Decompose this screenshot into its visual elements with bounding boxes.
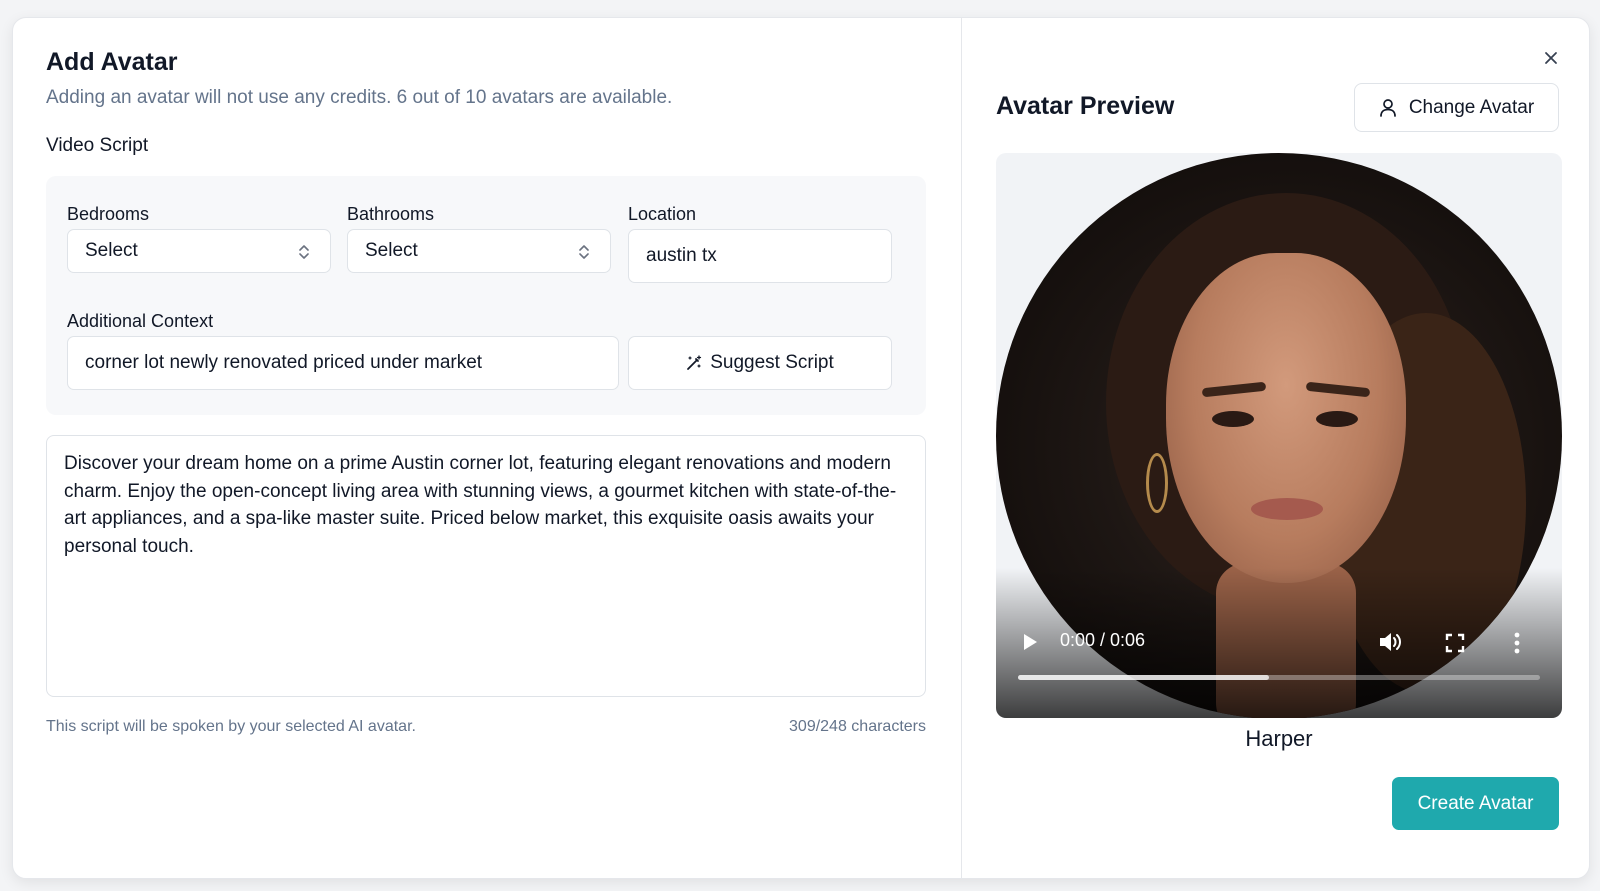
script-helper-text: This script will be spoken by your selec…	[46, 718, 416, 735]
change-avatar-label: Change Avatar	[1408, 96, 1535, 118]
avatar-eye-right	[1316, 411, 1358, 427]
script-column: Add Avatar Adding an avatar will not use…	[13, 18, 961, 878]
avatar-preview-title: Avatar Preview	[996, 92, 1175, 120]
video-time: 0:00 / 0:06	[1060, 630, 1146, 650]
close-icon	[1545, 52, 1557, 64]
avatar-brow-left	[1201, 381, 1267, 398]
avatar-brow-right	[1305, 381, 1371, 398]
avatar-lips	[1251, 498, 1323, 520]
script-textarea[interactable]: Discover your dream home on a prime Aust…	[46, 435, 926, 697]
fullscreen-icon[interactable]	[1445, 633, 1465, 653]
bedrooms-select[interactable]: Select	[67, 229, 331, 273]
modal-subtitle: Adding an avatar will not use any credit…	[46, 87, 673, 108]
user-icon	[1379, 98, 1396, 117]
avatar-name: Harper	[1245, 726, 1313, 751]
chevron-up-down-icon	[579, 245, 589, 259]
character-counter: 309/248 characters	[789, 718, 926, 735]
bedrooms-label: Bedrooms	[67, 204, 150, 224]
avatar-eye-left	[1212, 411, 1254, 427]
avatar-earring	[1146, 453, 1168, 513]
modal-title: Add Avatar	[46, 48, 178, 76]
location-input[interactable]: austin tx	[628, 229, 892, 283]
create-avatar-button[interactable]: Create Avatar	[1392, 777, 1559, 830]
avatar-video-player[interactable]: 0:00 / 0:06	[996, 153, 1562, 718]
avatar-face	[1166, 253, 1406, 583]
play-icon[interactable]	[1022, 633, 1038, 651]
bathrooms-select[interactable]: Select	[347, 229, 611, 273]
location-label: Location	[628, 204, 697, 224]
additional-context-label: Additional Context	[67, 311, 214, 331]
additional-context-input[interactable]: corner lot newly renovated priced under …	[67, 336, 619, 390]
video-progress-fill	[1018, 675, 1269, 680]
close-button[interactable]	[1537, 44, 1565, 72]
video-script-label: Video Script	[46, 135, 149, 156]
video-progress-bar[interactable]	[1018, 675, 1540, 680]
suggest-script-button[interactable]: Suggest Script	[628, 336, 892, 390]
change-avatar-button[interactable]: Change Avatar	[1354, 83, 1559, 132]
chevron-up-down-icon	[299, 245, 309, 259]
bathrooms-select-value: Select	[365, 240, 418, 261]
preview-column: Avatar Preview Change Avatar 0:00 / 0:06…	[961, 18, 1589, 878]
magic-wand-icon	[687, 355, 702, 370]
bedrooms-select-value: Select	[85, 240, 138, 261]
more-vertical-icon[interactable]	[1513, 632, 1521, 654]
script-options-panel: Bedrooms Select Bathrooms Select Locatio…	[46, 176, 926, 415]
add-avatar-modal: Add Avatar Adding an avatar will not use…	[12, 17, 1590, 879]
bathrooms-label: Bathrooms	[347, 204, 435, 224]
suggest-script-label: Suggest Script	[710, 352, 834, 373]
volume-icon[interactable]	[1378, 630, 1404, 654]
